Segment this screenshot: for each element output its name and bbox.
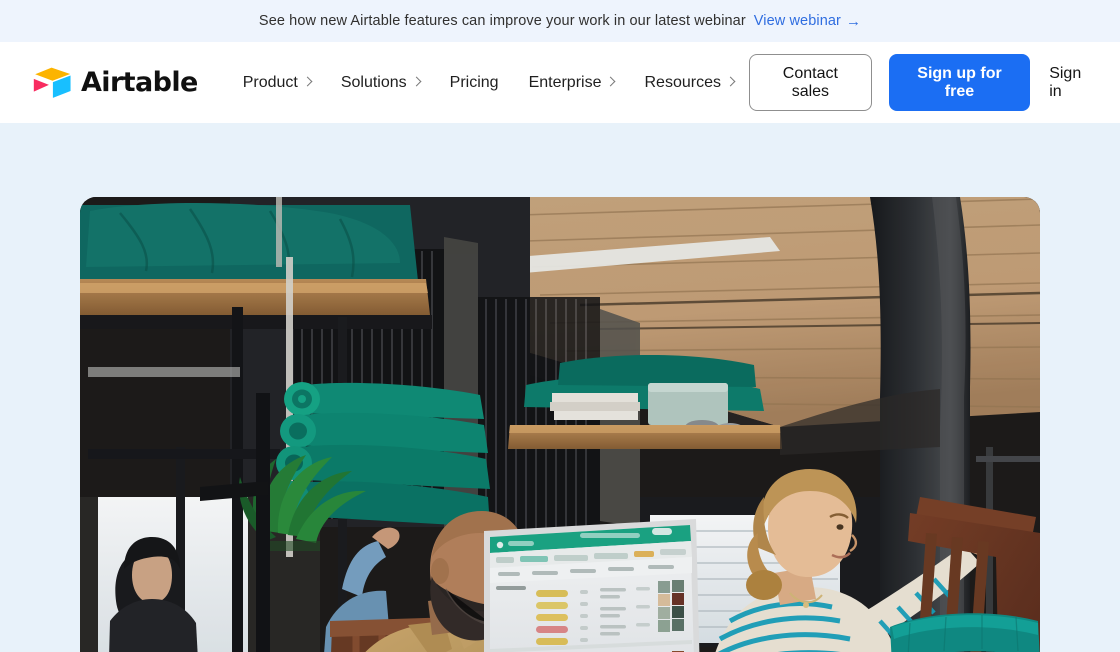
nav-item-solutions[interactable]: Solutions: [326, 66, 435, 100]
chevron-right-icon: [302, 76, 313, 87]
announcement-text: See how new Airtable features can improv…: [258, 13, 746, 29]
site-header: Airtable Product Solutions Pricing Enter…: [0, 42, 1120, 123]
view-webinar-link[interactable]: View webinar →: [754, 13, 861, 29]
header-actions: Contact sales Sign up for free Sign in: [748, 53, 1094, 112]
main-navigation: Product Solutions Pricing Enterprise Res…: [228, 66, 749, 100]
sign-in-link[interactable]: Sign in: [1047, 59, 1094, 107]
page-root: See how new Airtable features can improv…: [0, 0, 1120, 652]
chevron-right-icon: [606, 76, 616, 87]
nav-label-solutions: Solutions: [340, 73, 407, 91]
hero-section: [0, 123, 1120, 652]
nav-label-pricing: Pricing: [449, 73, 499, 91]
announcement-banner: See how new Airtable features can improv…: [0, 0, 1120, 42]
airtable-logo-link[interactable]: Airtable: [32, 66, 198, 100]
hero-photo-illustration: [80, 197, 1040, 652]
chevron-right-icon: [411, 76, 422, 87]
arrow-right-icon: →: [845, 12, 862, 30]
hero-photo: [80, 197, 1040, 652]
nav-item-pricing[interactable]: Pricing: [435, 66, 514, 100]
airtable-logo-icon: [33, 67, 71, 98]
nav-label-resources: Resources: [644, 73, 721, 91]
nav-item-resources[interactable]: Resources: [629, 66, 748, 100]
chevron-right-icon: [725, 76, 736, 87]
nav-label-product: Product: [242, 73, 298, 91]
contact-sales-button[interactable]: Contact sales: [748, 53, 872, 112]
view-webinar-label: View webinar: [753, 13, 841, 29]
nav-label-enterprise: Enterprise: [528, 73, 602, 91]
logo-wordmark: Airtable: [81, 67, 198, 98]
sign-up-button[interactable]: Sign up for free: [888, 53, 1031, 112]
nav-item-enterprise[interactable]: Enterprise: [514, 66, 630, 100]
nav-item-product[interactable]: Product: [228, 66, 326, 100]
